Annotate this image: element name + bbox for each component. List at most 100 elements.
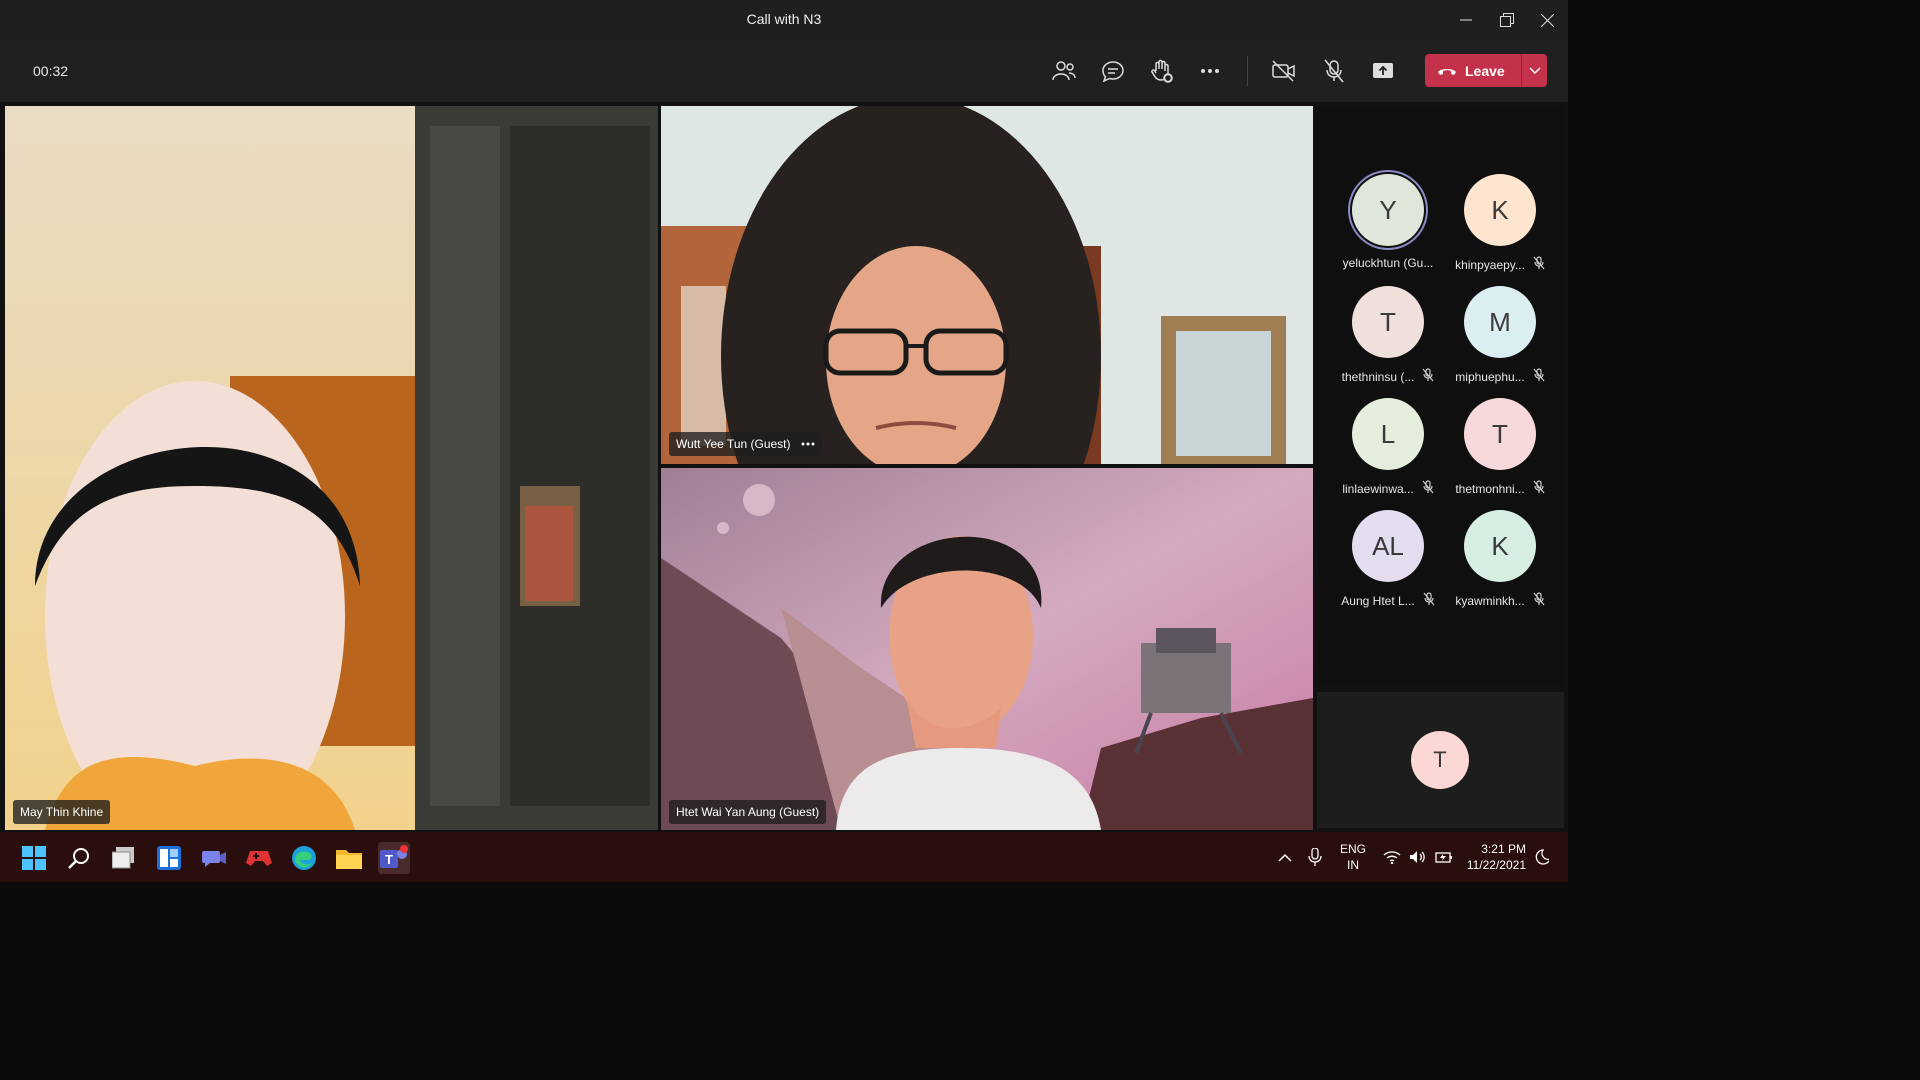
participant-roster: Yyeluckhtun (Gu... Kkhinpyaepy... Tthethni… [1317,106,1564,686]
leave-options-button[interactable] [1522,66,1547,75]
self-view[interactable]: T [1317,692,1564,828]
clock-date: 11/22/2021 [1466,858,1526,872]
folder-icon [336,850,362,869]
windows-icon [22,846,46,870]
camera-toggle-button[interactable] [1268,56,1300,86]
hangup-icon [1438,68,1456,75]
roster-participant[interactable]: Kkhinpyaepy... [1445,174,1555,282]
roster-participant[interactable]: AL Aung Htet L... [1333,510,1443,618]
task-view-button[interactable] [108,842,140,874]
camera-off-icon [1272,60,1295,82]
roster-name-row: thetmonhni... [1445,480,1555,497]
close-button[interactable] [1524,0,1570,40]
roster-participant[interactable]: Mmiphuephu... [1445,286,1555,394]
participant-video [661,106,1313,464]
raise-hand-icon [1151,59,1173,83]
mic-off-icon [1533,480,1545,497]
self-avatar: T [1411,731,1469,789]
teams-button[interactable]: T [378,842,410,874]
clock-time: 3:21 PM [1481,842,1526,856]
notifications-button[interactable] [1533,832,1549,882]
meeting-toolbar: 00:32 Leave [0,40,1568,102]
more-icon[interactable] [801,442,815,446]
wifi-icon [1383,851,1401,864]
share-screen-button[interactable] [1367,56,1399,86]
roster-name-row: linlaewinwa... [1333,480,1443,497]
people-icon [1052,61,1076,81]
reactions-button[interactable] [1145,56,1177,86]
avatar: K [1464,510,1536,582]
mic-off-icon [1324,59,1344,83]
video-tile[interactable]: Htet Wai Yan Aung (Guest) [661,468,1313,830]
participant-name: May Thin Khine [20,805,104,819]
svg-text:T: T [385,852,393,867]
roster-name-row: khinpyaepy... [1445,256,1555,273]
avatar: K [1464,174,1536,246]
video-tile[interactable]: May Thin Khine [5,106,658,830]
leave-button[interactable]: Leave [1425,54,1547,87]
mic-off-icon [1533,256,1545,273]
participant-name: khinpyaepy... [1455,257,1525,272]
participant-video [661,468,1313,830]
participant-name: Htet Wai Yan Aung (Guest) [676,805,820,819]
roster-participant[interactable]: Tthethninsu (... [1333,286,1443,394]
microphone-tray-button[interactable] [1308,832,1322,882]
more-actions-button[interactable] [1194,56,1226,86]
restore-icon [1500,13,1514,27]
roster-name-row: miphuephu... [1445,368,1555,385]
edge-button[interactable] [288,842,320,874]
language-code: ENG [1340,842,1367,856]
taskbar: T ENG IN 3:21 PM 11/22/2021 [0,832,1568,882]
video-tile[interactable]: Wutt Yee Tun (Guest) [661,106,1313,464]
leave-label: Leave [1465,62,1505,79]
widgets-icon [157,846,181,870]
roster-participant[interactable]: Yyeluckhtun (Gu... [1333,174,1443,282]
region-code: IN [1347,858,1359,872]
clock[interactable]: 3:21 PM 11/22/2021 [1462,832,1526,882]
mic-off-icon [1422,368,1434,385]
microphone-icon [1308,848,1322,866]
window-title: Call with N3 [746,11,822,27]
participant-name: kyawminkh... [1455,593,1525,608]
mic-off-icon [1533,592,1545,609]
chat-app-button[interactable] [198,842,230,874]
search-button[interactable] [63,842,95,874]
toolbar-divider [1247,56,1248,86]
participants-button[interactable] [1048,56,1080,86]
chat-icon [1102,61,1124,82]
roster-participant[interactable]: Tthetmonhni... [1445,398,1555,506]
more-icon [1201,69,1219,73]
mic-off-icon [1533,368,1545,385]
game-app-button[interactable] [243,842,275,874]
roster-participant[interactable]: Llinlaewinwa... [1333,398,1443,506]
participant-name: thetmonhni... [1455,481,1525,496]
chevron-down-icon [1528,66,1541,74]
avatar: Y [1352,174,1424,246]
teams-chat-icon [202,851,226,867]
participant-name: Wutt Yee Tun (Guest) [676,437,791,451]
edge-icon [292,846,316,870]
show-hidden-icons-button[interactable] [1278,832,1292,882]
minimize-icon [1460,19,1472,21]
widgets-button[interactable] [153,842,185,874]
volume-icon [1410,851,1425,863]
mic-off-icon [1422,480,1434,497]
participant-name-tag: Htet Wai Yan Aung (Guest) [669,800,827,824]
minimize-button[interactable] [1443,0,1489,40]
participant-name-tag: May Thin Khine [13,800,111,824]
avatar: T [1464,398,1536,470]
file-explorer-button[interactable] [333,842,365,874]
chat-button[interactable] [1097,56,1129,86]
avatar: L [1352,398,1424,470]
share-icon [1373,63,1393,78]
battery-icon [1435,852,1452,863]
moon-icon [1535,849,1549,865]
quick-settings-button[interactable] [1383,832,1453,882]
roster-participant[interactable]: Kkyawminkh... [1445,510,1555,618]
roster-name-row: kyawminkh... [1445,592,1555,609]
language-indicator[interactable]: ENG IN [1340,832,1366,882]
mic-toggle-button[interactable] [1318,56,1350,86]
start-button[interactable] [18,842,50,874]
participant-name: Aung Htet L... [1341,593,1415,608]
leave-main[interactable]: Leave [1425,63,1521,79]
